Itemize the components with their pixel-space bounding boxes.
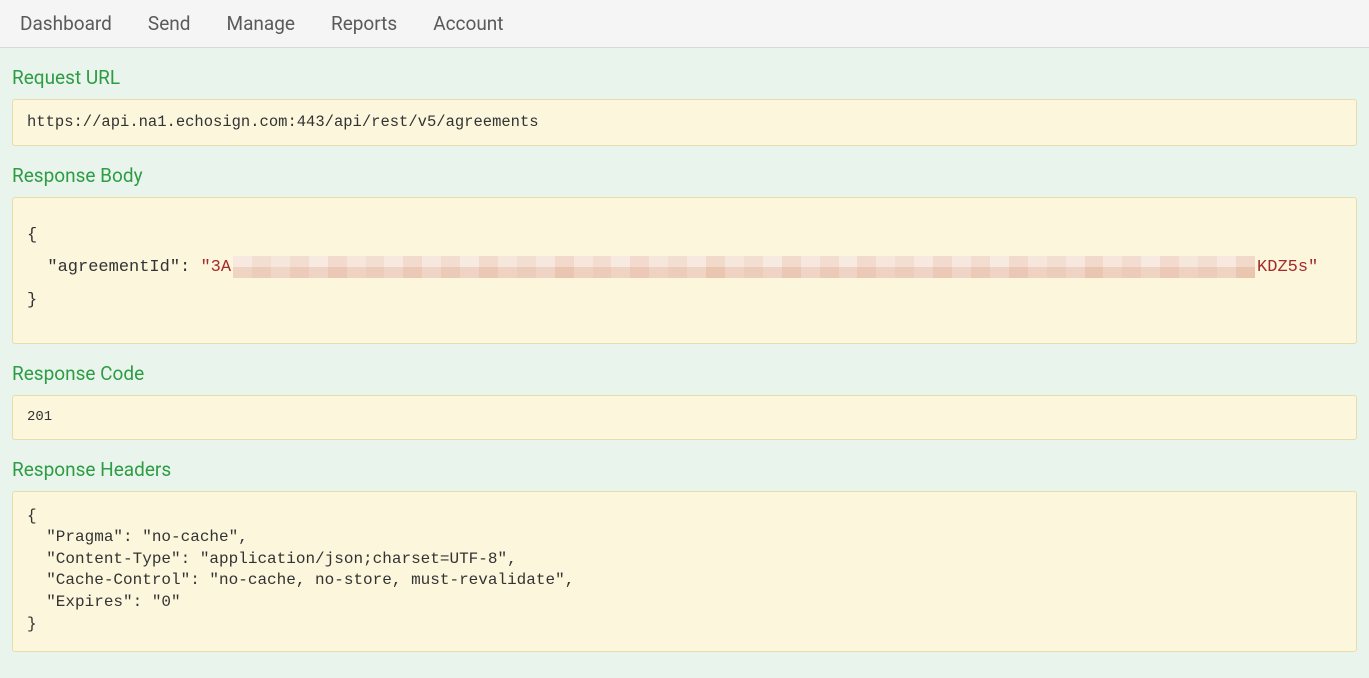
- nav-account[interactable]: Account: [433, 12, 503, 35]
- json-colon: :: [180, 258, 200, 277]
- json-close-brace: }: [27, 291, 37, 310]
- json-key-agreementid: "agreementId": [47, 258, 180, 277]
- redacted-value: [233, 256, 1255, 278]
- top-nav: Dashboard Send Manage Reports Account: [0, 0, 1369, 48]
- nav-reports[interactable]: Reports: [331, 12, 397, 35]
- response-code-value: 201: [12, 395, 1357, 440]
- response-headers-title: Response Headers: [12, 458, 1357, 481]
- request-url-title: Request URL: [12, 66, 1357, 89]
- json-value-prefix: "3A: [200, 258, 231, 277]
- nav-dashboard[interactable]: Dashboard: [20, 12, 112, 35]
- response-body-title: Response Body: [12, 164, 1357, 187]
- nav-manage[interactable]: Manage: [226, 12, 295, 35]
- response-body-value: { "agreementId": "3A KDZ5s" }: [12, 197, 1357, 344]
- response-code-title: Response Code: [12, 362, 1357, 385]
- main-content: Request URL https://api.na1.echosign.com…: [0, 66, 1369, 672]
- json-value-suffix: KDZ5s": [1257, 258, 1318, 277]
- json-open-brace: {: [27, 226, 37, 245]
- response-headers-value: { "Pragma": "no-cache", "Content-Type": …: [12, 491, 1357, 653]
- nav-send[interactable]: Send: [148, 12, 191, 35]
- request-url-value: https://api.na1.echosign.com:443/api/res…: [12, 99, 1357, 146]
